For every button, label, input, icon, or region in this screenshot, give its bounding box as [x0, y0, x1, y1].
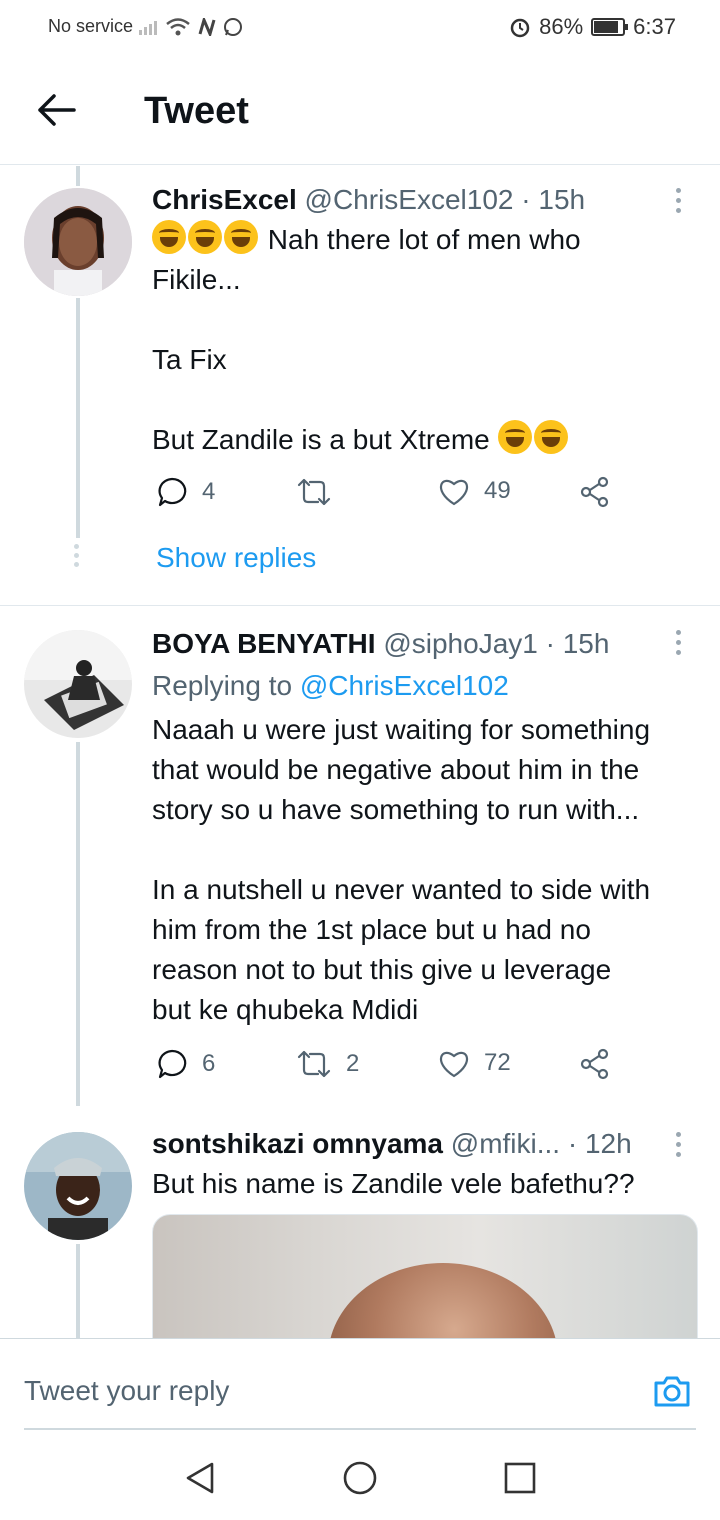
tweet-chrisexcel[interactable]: ChrisExcel @ChrisExcel102 · 15h Nah ther…: [0, 166, 720, 606]
photo-subject: [328, 1263, 558, 1341]
author-name[interactable]: BOYA BENYATHI: [152, 628, 376, 659]
battery-percent: 86%: [539, 14, 584, 39]
tweet-time: · 12h: [567, 1128, 632, 1159]
thread-line: [76, 742, 80, 1106]
share-button[interactable]: [580, 1048, 610, 1080]
like-button[interactable]: 72: [438, 1048, 511, 1078]
back-arrow-icon[interactable]: [36, 92, 76, 128]
mention-link[interactable]: @ChrisExcel102: [300, 670, 509, 701]
laughing-emoji-icon: [224, 220, 258, 254]
signal-icon: [139, 19, 159, 35]
reply-input[interactable]: Tweet your reply: [24, 1375, 229, 1407]
alarm-icon: [510, 18, 530, 38]
retweet-icon: [297, 478, 331, 506]
wifi-icon: [166, 17, 190, 35]
more-options-icon[interactable]: [676, 1132, 684, 1162]
tweet-meta: ChrisExcel @ChrisExcel102 · 15h: [152, 184, 585, 216]
heart-icon: [440, 1051, 468, 1078]
tweet-actions: 4 49: [152, 476, 622, 516]
tweet-meta: BOYA BENYATHI @siphoJay1 · 15h: [152, 628, 609, 660]
share-icon: [580, 1048, 609, 1080]
whatsapp-icon: [224, 17, 243, 36]
reply-icon: [158, 477, 187, 507]
avatar[interactable]: [24, 188, 132, 296]
retweet-icon: [297, 1050, 331, 1078]
author-handle[interactable]: @siphoJay1: [383, 628, 538, 659]
heart-icon: [440, 479, 468, 506]
share-button[interactable]: [580, 476, 610, 508]
more-options-icon[interactable]: [676, 630, 684, 660]
tweet-text: Nah there lot of men who Fikile... Ta Fi…: [152, 220, 700, 460]
retweet-count: 2: [346, 1050, 360, 1077]
tweet-meta: sontshikazi omnyama @mfiki... · 12h: [152, 1128, 632, 1160]
share-icon: [580, 476, 609, 508]
tweet-text: Naaah u were just waiting for something …: [152, 714, 651, 1025]
laughing-emoji-icon: [533, 420, 568, 454]
show-replies-link[interactable]: Show replies: [156, 542, 316, 574]
battery-icon: [591, 18, 629, 36]
avatar[interactable]: [24, 1132, 132, 1240]
tweet-actions: 6 2 72: [152, 1048, 622, 1088]
camera-icon[interactable]: [652, 1371, 692, 1411]
status-bar: No service 86% 6:37: [0, 0, 720, 56]
laughing-emoji-icon: [152, 220, 186, 254]
app-header: Tweet: [0, 56, 720, 165]
retweet-button[interactable]: 2: [296, 1048, 359, 1080]
like-count: 72: [484, 1049, 511, 1076]
carrier-label: No service: [48, 16, 134, 36]
reply-count: 6: [202, 1050, 216, 1077]
thread-gap-dots: [74, 544, 80, 571]
reply-button[interactable]: 6: [156, 1048, 215, 1080]
page-title: Tweet: [144, 90, 249, 132]
tweet-media-image[interactable]: [152, 1214, 698, 1341]
nav-back-icon[interactable]: [182, 1460, 218, 1496]
thread-line: [76, 166, 80, 186]
system-nav-bar: [0, 1430, 720, 1520]
avatar-photo-image: [24, 630, 132, 738]
avatar-face-image: [24, 188, 132, 296]
retweet-button[interactable]: [296, 476, 346, 508]
author-name[interactable]: sontshikazi omnyama: [152, 1128, 443, 1159]
like-button[interactable]: 49: [438, 476, 511, 506]
thread-line: [76, 1244, 80, 1338]
author-handle[interactable]: @ChrisExcel102: [305, 184, 514, 215]
tweet-time: · 15h: [521, 184, 586, 215]
author-name[interactable]: ChrisExcel: [152, 184, 297, 215]
avatar[interactable]: [24, 630, 132, 738]
nfc-icon: [198, 17, 216, 36]
avatar-photo-image: [24, 1132, 132, 1240]
tweet-boya-benyathi[interactable]: BOYA BENYATHI @siphoJay1 · 15h Replying …: [0, 606, 720, 1106]
laughing-emoji-icon: [188, 220, 222, 254]
reply-button[interactable]: 4: [156, 476, 215, 508]
replying-to: Replying to @ChrisExcel102: [152, 670, 509, 701]
clock: 6:37: [633, 14, 676, 39]
nav-home-icon[interactable]: [342, 1460, 378, 1496]
reply-icon: [158, 1049, 187, 1079]
like-count: 49: [484, 477, 511, 504]
reply-count: 4: [202, 478, 216, 505]
author-handle[interactable]: @mfiki...: [451, 1128, 560, 1159]
reply-composer[interactable]: Tweet your reply: [0, 1338, 720, 1431]
laughing-emoji-icon: [497, 420, 532, 454]
tweet-time: · 15h: [545, 628, 610, 659]
thread-line: [76, 298, 80, 538]
nav-recents-icon[interactable]: [502, 1460, 538, 1496]
tweet-text: But his name is Zandile vele bafethu??: [152, 1168, 635, 1199]
more-options-icon[interactable]: [676, 188, 684, 218]
